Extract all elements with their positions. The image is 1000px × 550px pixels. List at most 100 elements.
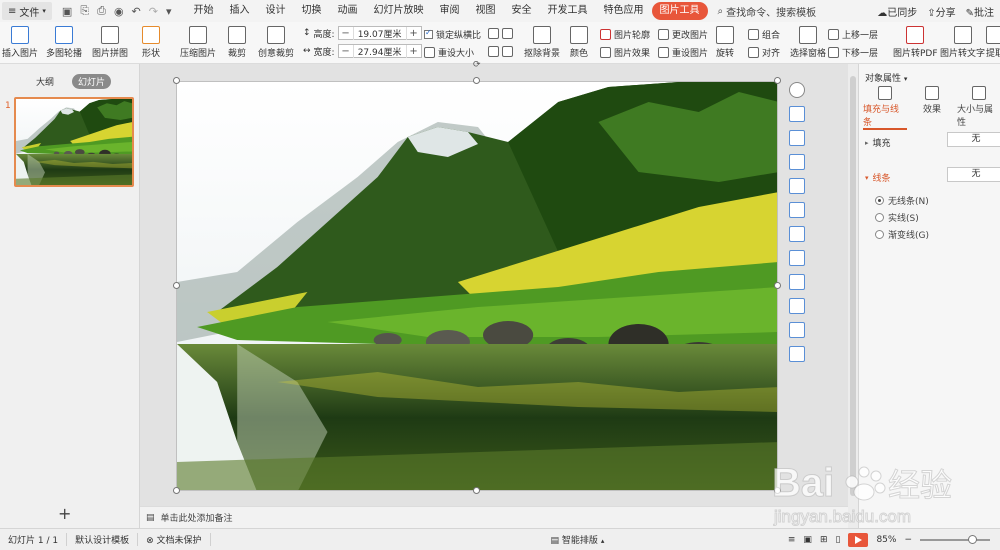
- tab-size-properties[interactable]: 大小与属性: [957, 86, 1000, 130]
- selection-pane-button[interactable]: 选择窗格: [790, 26, 826, 59]
- sorter-view-icon[interactable]: ⊞: [820, 535, 828, 545]
- sync-button[interactable]: ☁已同步: [877, 4, 917, 19]
- resize-handle-right[interactable]: [774, 282, 781, 289]
- notes-bar[interactable]: ▤ 单击此处添加备注: [140, 506, 848, 528]
- zoom-value[interactable]: 85%: [876, 535, 896, 545]
- tab-4[interactable]: 动画: [330, 2, 366, 20]
- export-icon[interactable]: ⎘: [80, 4, 89, 18]
- normal-view-icon[interactable]: ▣: [803, 535, 812, 545]
- line-dropdown[interactable]: 无: [947, 167, 1000, 182]
- contrast-down-icon[interactable]: [502, 46, 513, 57]
- effects-button[interactable]: 图片效果: [600, 46, 650, 59]
- radio-dot[interactable]: [875, 196, 884, 205]
- extract-button[interactable]: 提取: [986, 26, 1000, 59]
- tab-9[interactable]: 开发工具: [540, 2, 596, 20]
- radio-no-line[interactable]: 无线条(N): [875, 194, 929, 207]
- transparency-icon[interactable]: [789, 346, 805, 362]
- rotate-handle-icon[interactable]: ⟳: [473, 60, 481, 70]
- reading-view-icon[interactable]: ▯: [835, 535, 840, 545]
- brightness-down-icon[interactable]: [488, 46, 499, 57]
- width-value[interactable]: 27.94厘米: [352, 44, 407, 58]
- share-button[interactable]: ⇪分享: [927, 4, 955, 19]
- panel-title[interactable]: 对象属性 ▾: [865, 71, 907, 84]
- width-plus[interactable]: +: [407, 46, 421, 57]
- width-input[interactable]: −27.94厘米 +: [337, 44, 422, 58]
- zoom-in-icon[interactable]: [789, 202, 805, 218]
- tab-outline[interactable]: 大纲: [30, 74, 60, 89]
- to-pdf-button[interactable]: 图片转PDF: [893, 26, 938, 59]
- picture-frame-icon[interactable]: [789, 178, 805, 194]
- tab-1[interactable]: 插入: [222, 2, 258, 20]
- file-menu-button[interactable]: ≡ 文件 ▾: [2, 2, 52, 20]
- group-button[interactable]: 组合: [748, 28, 780, 41]
- grid-icon[interactable]: [789, 226, 805, 242]
- command-search[interactable]: ⌕ 查找命令、搜索模板: [718, 4, 817, 19]
- multi-carousel-button[interactable]: 多图轮播: [46, 26, 82, 59]
- send-backward-button[interactable]: 下移一层: [828, 46, 878, 59]
- zoom-out-icon[interactable]: −: [904, 535, 912, 545]
- image-text-icon[interactable]: [789, 274, 805, 290]
- crop-icon[interactable]: [789, 130, 805, 146]
- smart-layout-button[interactable]: ▤ 智能排版 ▴: [551, 533, 605, 546]
- resize-handle-bottom-left[interactable]: [173, 487, 180, 494]
- image-collage-button[interactable]: 图片拼图: [92, 26, 128, 59]
- reset-image-button[interactable]: 重设图片: [658, 46, 708, 59]
- height-input[interactable]: −19.07厘米 +: [337, 26, 422, 40]
- tab-8[interactable]: 安全: [504, 2, 540, 20]
- creative-crop-button[interactable]: 创意裁剪: [258, 26, 294, 59]
- to-text-button[interactable]: 图片转文字: [940, 26, 985, 59]
- tab-6[interactable]: 审阅: [432, 2, 468, 20]
- play-button[interactable]: [848, 532, 869, 547]
- undo-icon[interactable]: ↶: [132, 5, 141, 18]
- notes-view-icon[interactable]: ≡: [788, 535, 796, 545]
- template-name[interactable]: 默认设计模板: [67, 533, 139, 546]
- radio-dot[interactable]: [875, 213, 884, 222]
- change-image-button[interactable]: 更改图片: [658, 28, 708, 41]
- slide-thumbnail[interactable]: [14, 97, 134, 187]
- bring-forward-button[interactable]: 上移一层: [828, 28, 878, 41]
- resize-handle-top-left[interactable]: [173, 77, 180, 84]
- tab-2[interactable]: 设计: [258, 2, 294, 20]
- comment-button[interactable]: ✎批注: [966, 4, 994, 19]
- landscape-picture[interactable]: [176, 81, 778, 491]
- image-copy-icon[interactable]: [789, 298, 805, 314]
- fill-section[interactable]: ▸ 填充: [865, 136, 891, 150]
- height-minus[interactable]: −: [339, 28, 353, 39]
- tab-5[interactable]: 幻灯片放映: [366, 2, 432, 20]
- height-plus[interactable]: +: [407, 28, 421, 39]
- resize-handle-top[interactable]: [473, 77, 480, 84]
- resize-handle-left[interactable]: [173, 282, 180, 289]
- radio-dot[interactable]: [875, 230, 884, 239]
- tab-3[interactable]: 切换: [294, 2, 330, 20]
- collapse-icon[interactable]: [789, 82, 805, 98]
- lock-ratio-check[interactable]: [424, 28, 433, 39]
- radio-gradient-line[interactable]: 渐变线(G): [875, 228, 929, 241]
- image-split-icon[interactable]: [789, 250, 805, 266]
- add-slide-button[interactable]: +: [58, 504, 71, 523]
- layers-icon[interactable]: [789, 106, 805, 122]
- tab-slides[interactable]: 幻灯片: [72, 74, 112, 89]
- save-icon[interactable]: ▣: [62, 5, 72, 18]
- reset-size-button[interactable]: 重设大小: [424, 46, 474, 59]
- fill-dropdown[interactable]: 无: [947, 132, 1000, 147]
- brightness-icon[interactable]: [488, 28, 499, 39]
- tab-effects[interactable]: 效果: [910, 86, 954, 130]
- rotate-button[interactable]: 旋转: [716, 26, 734, 59]
- redo-icon[interactable]: ↷: [149, 5, 158, 18]
- zoom-slider[interactable]: [920, 534, 990, 544]
- shape-button[interactable]: 形状: [142, 26, 160, 59]
- protection-status[interactable]: ⊗ 文档未保护: [138, 533, 211, 546]
- image-lock-icon[interactable]: [789, 322, 805, 338]
- height-value[interactable]: 19.07厘米: [352, 26, 407, 40]
- color-button[interactable]: 颜色: [570, 26, 588, 59]
- preview-icon[interactable]: ◉: [114, 5, 124, 18]
- scrollbar-thumb[interactable]: [850, 76, 856, 496]
- remove-background-button[interactable]: 抠除背景: [524, 26, 560, 59]
- tab-0[interactable]: 开始: [186, 2, 222, 20]
- magic-icon[interactable]: [789, 154, 805, 170]
- tab-10[interactable]: 特色应用: [596, 2, 652, 20]
- print-icon[interactable]: ⎙: [97, 4, 106, 18]
- insert-image-button[interactable]: 插入图片: [2, 26, 38, 59]
- resize-handle-bottom[interactable]: [473, 487, 480, 494]
- more-icon[interactable]: ▾: [166, 5, 172, 18]
